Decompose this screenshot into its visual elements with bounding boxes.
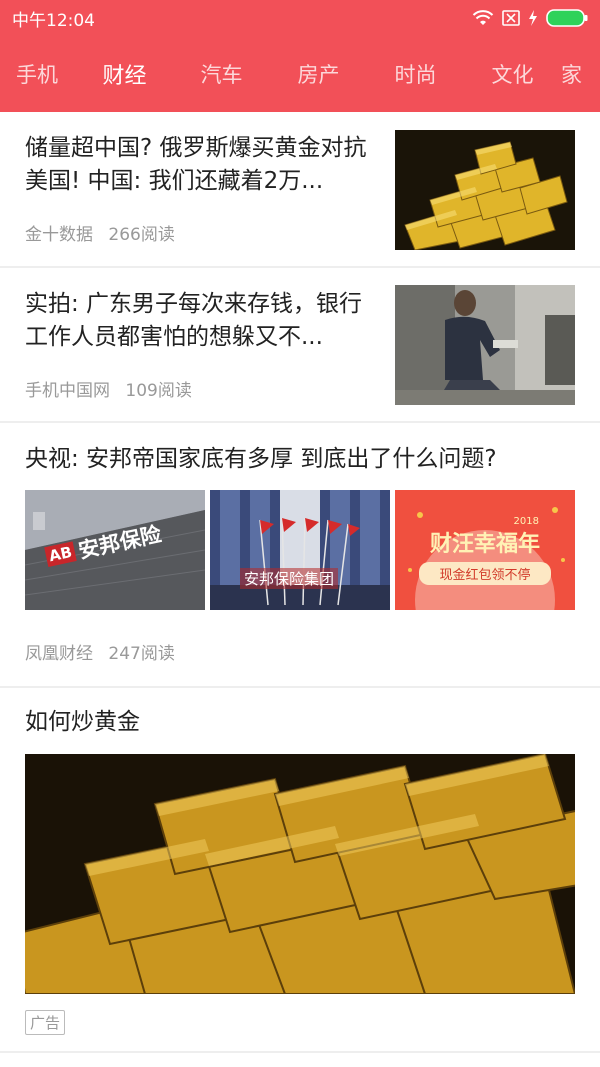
news-title: 实拍: 广东男子每次来存钱，银行工作人员都害怕的想躲又不...: [25, 291, 363, 350]
gold-bars-image: [395, 130, 575, 250]
news-reads: 109阅读: [125, 381, 192, 401]
news-thumbnail[interactable]: [395, 130, 575, 250]
news-image-2[interactable]: 安邦保险集团: [210, 490, 390, 610]
news-meta: 手机中国网 109阅读: [25, 376, 192, 401]
category-tabs: 手机 财经 汽车 房产 时尚 文化 家: [0, 36, 600, 112]
news-source: 手机中国网: [25, 381, 110, 401]
ad-item[interactable]: 如何炒黄金 广告: [0, 688, 600, 1053]
status-time: 中午12:04: [12, 10, 95, 31]
tab-more[interactable]: 家: [561, 59, 591, 89]
tab-phone[interactable]: 手机: [0, 59, 76, 89]
promo-title: 财汪幸福年: [429, 532, 540, 557]
app-header: 中午12:04 手机 财经 汽车 房产 时尚 文化 家: [0, 0, 600, 112]
tab-realestate[interactable]: 房产: [270, 59, 367, 89]
news-title: 储量超中国? 俄罗斯爆买黄金对抗美国! 中国: 我们还藏着2万...: [25, 135, 367, 194]
ad-badge: 广告: [25, 1010, 66, 1035]
news-item[interactable]: 储量超中国? 俄罗斯爆买黄金对抗美国! 中国: 我们还藏着2万... 金十数据 …: [0, 112, 600, 268]
news-reads: 266阅读: [108, 225, 175, 245]
status-bar: 中午12:04: [0, 0, 600, 36]
news-source: 凤凰财经: [25, 644, 93, 664]
anbang-logo: AB: [44, 541, 77, 567]
man-at-bank-image: [395, 285, 575, 405]
tab-fashion[interactable]: 时尚: [367, 59, 464, 89]
promo-button: 现金红包领不停: [419, 562, 551, 585]
news-reads: 247阅读: [108, 644, 175, 664]
news-meta: 金十数据 266阅读: [25, 220, 175, 245]
battery-icon: [546, 9, 588, 27]
news-item[interactable]: 央视: 安邦帝国家底有多厚 到底出了什么问题? AB 安邦保险 安邦保险集团 财…: [0, 423, 600, 688]
tab-auto[interactable]: 汽车: [173, 59, 270, 89]
news-image-1[interactable]: AB 安邦保险: [25, 490, 205, 610]
news-source: 金十数据: [25, 225, 93, 245]
gold-bullion-image: [25, 754, 575, 994]
news-image-3[interactable]: 财汪幸福年 2018 现金红包领不停: [395, 490, 575, 610]
news-image-row: AB 安邦保险 安邦保险集团 财汪幸福年 2018 现金红包领不停: [25, 490, 575, 610]
news-title: 央视: 安邦帝国家底有多厚 到底出了什么问题?: [25, 446, 497, 472]
anbang-building-text: 安邦保险集团: [240, 568, 339, 589]
ad-image[interactable]: [25, 754, 575, 994]
tab-finance[interactable]: 财经: [76, 58, 173, 90]
promo-year: 2018: [513, 516, 539, 527]
tab-culture[interactable]: 文化: [464, 59, 561, 89]
ad-title: 如何炒黄金: [25, 709, 140, 735]
sim-off-icon: [502, 10, 520, 26]
news-meta: 凤凰财经 247阅读: [25, 639, 175, 664]
anbang-building-image: [210, 490, 390, 610]
wifi-icon: [472, 10, 494, 25]
news-item[interactable]: 实拍: 广东男子每次来存钱，银行工作人员都害怕的想躲又不... 手机中国网 10…: [0, 268, 600, 423]
charging-icon: [529, 10, 537, 26]
status-icons: [472, 9, 588, 27]
news-thumbnail[interactable]: [395, 285, 575, 405]
